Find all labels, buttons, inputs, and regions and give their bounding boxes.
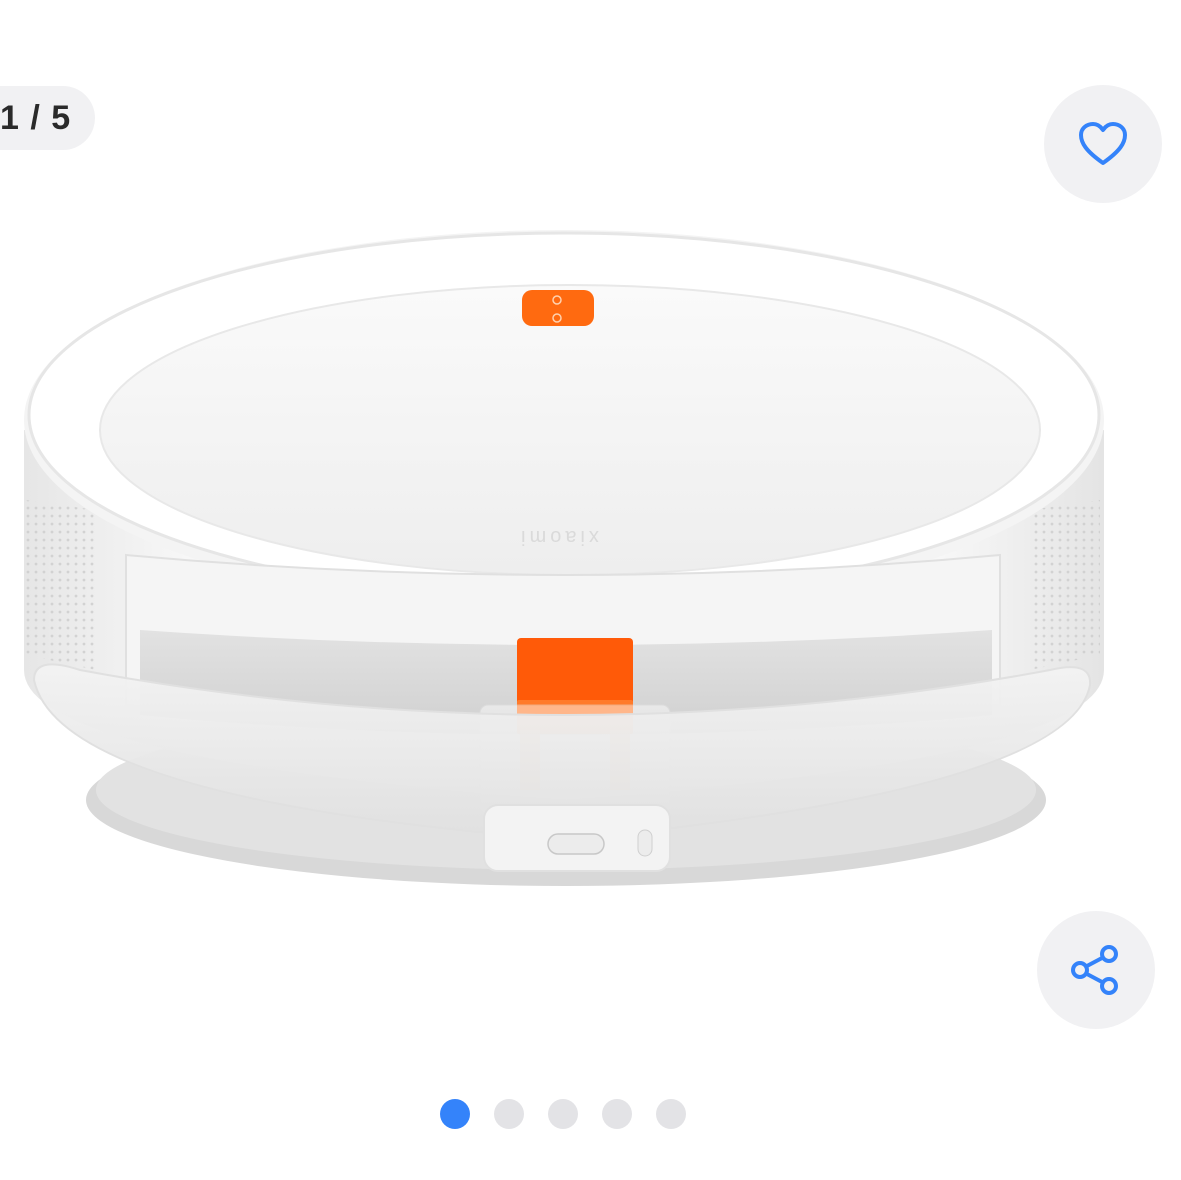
brand-logo-text: xiaomi xyxy=(517,526,599,548)
pagination-dot-5[interactable] xyxy=(656,1099,686,1129)
pagination-dot-2[interactable] xyxy=(494,1099,524,1129)
image-counter: 1 / 5 xyxy=(0,86,96,150)
pagination-dot-4[interactable] xyxy=(602,1099,632,1129)
image-counter-text: 1 / 5 xyxy=(0,98,72,137)
share-icon xyxy=(1069,943,1123,997)
share-button[interactable] xyxy=(1037,911,1155,1029)
pagination-dots xyxy=(0,1099,1181,1129)
product-photo[interactable]: xiaomi xyxy=(0,200,1181,920)
pagination-dot-1[interactable] xyxy=(440,1099,470,1129)
pagination-dot-3[interactable] xyxy=(548,1099,578,1129)
favorite-button[interactable] xyxy=(1044,85,1162,203)
heart-icon xyxy=(1078,121,1128,167)
product-image-gallery: 1 / 5 xiaomi xyxy=(0,0,1181,1180)
